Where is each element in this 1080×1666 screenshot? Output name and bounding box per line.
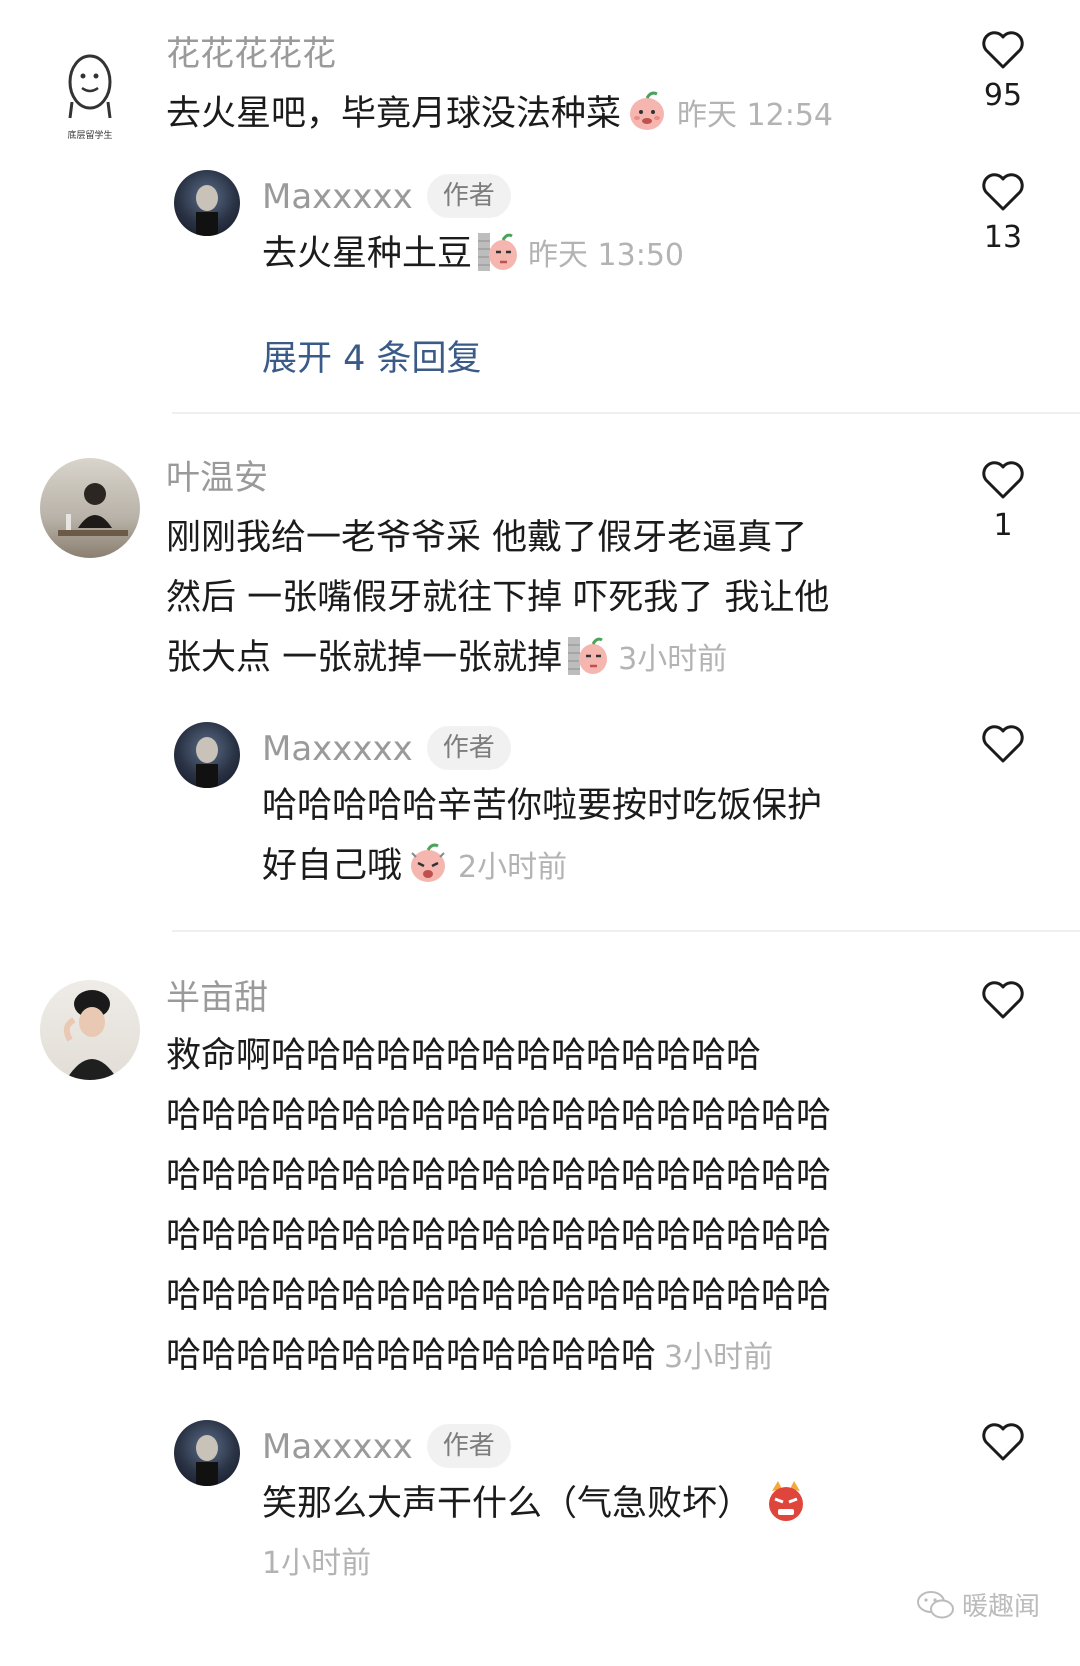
comment-text: 去火星吧，毕竟月球没法种菜 昨天 12:54	[166, 84, 833, 146]
watermark-text: 暖趣闻	[961, 1592, 1040, 1622]
reply-time: 昨天 13:50	[528, 238, 685, 273]
wechat-icon	[916, 1590, 954, 1618]
comment-text: 刚刚我给一老爷爷采 他戴了假牙老逼真了 然后 一张嘴假牙就往下掉 吓死我了 我让…	[166, 508, 926, 690]
divider	[172, 412, 1080, 414]
comment-line: 张大点 一张就掉一张就掉	[166, 638, 563, 678]
comment-line: 哈哈哈哈哈哈哈哈哈哈哈哈哈哈哈哈哈哈哈	[166, 1156, 832, 1196]
comment-username[interactable]: 半亩甜	[166, 978, 268, 1018]
comment-username[interactable]: 叶温安	[166, 458, 268, 498]
heart-icon	[982, 725, 1024, 763]
avatar-caption: 底层留学生	[67, 131, 113, 141]
author-badge: 作者	[426, 1424, 511, 1468]
comment-line: 然后 一张嘴假牙就往下掉 吓死我了 我让他	[166, 578, 830, 618]
reply-line: 好自己哦	[262, 846, 403, 886]
angry-face-emoji-icon	[764, 1479, 808, 1523]
peach-wall-emoji-icon	[566, 633, 610, 677]
watermark: 暖趣闻	[916, 1586, 1040, 1623]
avatar-banmutian[interactable]	[40, 980, 140, 1080]
reply-time: 2小时前	[458, 850, 568, 885]
peach-wall-emoji-icon	[476, 229, 520, 273]
comment-time: 3小时前	[664, 1340, 774, 1375]
author-badge: 作者	[426, 174, 511, 218]
like-button[interactable]: 13	[963, 172, 1043, 254]
like-button[interactable]	[963, 724, 1043, 764]
heart-icon	[982, 31, 1024, 69]
heart-icon	[982, 1423, 1024, 1461]
reply-time: 1小时前	[262, 1546, 372, 1581]
like-button[interactable]: 95	[963, 30, 1043, 112]
reply-text: 哈哈哈哈哈辛苦你啦要按时吃饭保护 好自己哦 2小时前	[262, 776, 942, 898]
comment-line: 哈哈哈哈哈哈哈哈哈哈哈哈哈哈	[166, 1336, 657, 1376]
reply-text: 去火星种土豆 昨天 13:50	[262, 224, 684, 286]
heart-icon	[982, 981, 1024, 1019]
comment-body: 去火星吧，毕竟月球没法种菜	[166, 94, 622, 134]
divider	[172, 930, 1080, 932]
comment-time: 3小时前	[618, 642, 728, 677]
author-badge: 作者	[426, 726, 511, 770]
comment-line: 救命啊哈哈哈哈哈哈哈哈哈哈哈哈哈哈	[166, 1036, 762, 1076]
reply-body: 笑那么大声干什么（气急败坏）	[262, 1484, 753, 1524]
reply-username: Maxxxxx 作者	[262, 174, 511, 218]
comment-line: 刚刚我给一老爷爷采 他戴了假牙老逼真了	[166, 518, 808, 558]
reply-username: Maxxxxx 作者	[262, 726, 511, 770]
expand-replies-link[interactable]: 展开 4 条回复	[262, 330, 482, 381]
comment-username[interactable]: 花花花花花	[166, 34, 336, 74]
reply-username: Maxxxxx 作者	[262, 1424, 511, 1468]
reply-user[interactable]: Maxxxxx	[262, 177, 413, 217]
heart-icon	[982, 173, 1024, 211]
avatar-author[interactable]	[174, 1420, 240, 1486]
like-count: 1	[993, 508, 1013, 543]
peach-cry-emoji-icon	[406, 841, 450, 885]
like-count: 95	[983, 78, 1023, 113]
heart-icon	[982, 461, 1024, 499]
comment-text: 救命啊哈哈哈哈哈哈哈哈哈哈哈哈哈哈 哈哈哈哈哈哈哈哈哈哈哈哈哈哈哈哈哈哈哈 哈哈…	[166, 1026, 926, 1388]
like-button[interactable]: 1	[963, 460, 1043, 542]
like-button[interactable]	[963, 980, 1043, 1020]
reply-line: 哈哈哈哈哈辛苦你啦要按时吃饭保护	[262, 786, 823, 826]
comment-line: 哈哈哈哈哈哈哈哈哈哈哈哈哈哈哈哈哈哈哈	[166, 1096, 832, 1136]
like-count: 13	[983, 220, 1023, 255]
reply-body: 去火星种土豆	[262, 234, 473, 274]
reply-text: 笑那么大声干什么（气急败坏） 1小时前	[262, 1474, 942, 1594]
avatar-author[interactable]	[174, 170, 240, 236]
like-button[interactable]	[963, 1422, 1043, 1462]
comment-line: 哈哈哈哈哈哈哈哈哈哈哈哈哈哈哈哈哈哈哈	[166, 1276, 832, 1316]
avatar-author[interactable]	[174, 722, 240, 788]
comment-time: 昨天 12:54	[677, 98, 834, 133]
peach-shy-emoji-icon	[625, 89, 669, 133]
avatar-huahua[interactable]: 底层留学生	[40, 42, 140, 142]
avatar-yewenan[interactable]	[40, 458, 140, 558]
reply-user[interactable]: Maxxxxx	[262, 729, 413, 769]
reply-user[interactable]: Maxxxxx	[262, 1427, 413, 1467]
comment-line: 哈哈哈哈哈哈哈哈哈哈哈哈哈哈哈哈哈哈哈	[166, 1216, 832, 1256]
